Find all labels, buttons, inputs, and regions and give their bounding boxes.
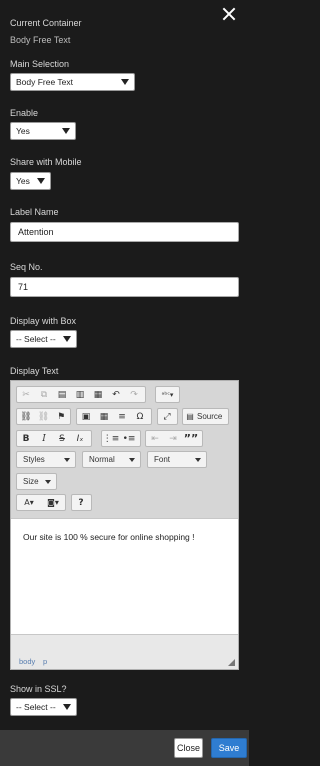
anchor-icon[interactable]: ⚑ — [52, 409, 70, 424]
paste-word-icon[interactable]: ▦ — [89, 387, 107, 402]
help-toolbar-group: ? — [71, 494, 92, 511]
main-selection-value: Body Free Text — [16, 77, 74, 87]
format-dropdown[interactable]: Normal — [82, 451, 141, 468]
resize-handle-icon[interactable] — [228, 659, 235, 666]
spellcheck-toolbar-group: ᵃᵇᶜ▾ — [155, 386, 180, 403]
bold-icon[interactable]: B — [17, 431, 35, 446]
current-container-heading: Current Container — [10, 18, 82, 28]
list-toolbar-group: ⋮≡ •≡ — [101, 430, 141, 447]
chevron-down-icon — [121, 79, 129, 85]
chevron-down-icon — [129, 458, 135, 462]
close-button[interactable]: Close — [174, 738, 203, 758]
chevron-down-icon — [195, 458, 201, 462]
image-icon[interactable]: ▣ — [77, 409, 95, 424]
copy-icon[interactable]: ⧉ — [35, 387, 53, 402]
spellcheck-icon[interactable]: ᵃᵇᶜ▾ — [156, 387, 179, 402]
size-dropdown[interactable]: Size — [16, 473, 57, 490]
main-selection-label: Main Selection — [10, 59, 70, 69]
share-mobile-select[interactable]: Yes — [10, 172, 51, 190]
insert-toolbar-group: ▣ ▦ ≡ Ω — [76, 408, 152, 425]
font-label: Font — [154, 455, 171, 464]
chevron-down-icon — [63, 336, 71, 342]
undo-icon[interactable]: ↶ — [107, 387, 125, 402]
share-mobile-label: Share with Mobile — [10, 157, 82, 167]
outdent-icon[interactable]: ⇤ — [146, 431, 164, 446]
redo-icon[interactable]: ↷ — [125, 387, 143, 402]
paste-icon[interactable]: ▤ — [53, 387, 71, 402]
ssl-value: -- Select -- — [16, 702, 56, 712]
styles-dropdown[interactable]: Styles — [16, 451, 76, 468]
horizontal-rule-icon[interactable]: ≡ — [113, 409, 131, 424]
source-label: Source — [197, 412, 223, 421]
styles-label: Styles — [23, 455, 45, 464]
path-item-p[interactable]: p — [43, 657, 47, 666]
ssl-select[interactable]: -- Select -- — [10, 698, 77, 716]
special-char-icon[interactable]: Ω — [131, 409, 149, 424]
seq-no-field[interactable]: 71 — [10, 277, 239, 297]
enable-select[interactable]: Yes — [10, 122, 76, 140]
numbered-list-icon[interactable]: ⋮≡ — [102, 431, 120, 446]
link-icon[interactable]: ⛓ — [17, 409, 35, 424]
chevron-down-icon — [64, 458, 70, 462]
editor-content-area[interactable]: Our site is 100 % secure for online shop… — [11, 518, 238, 634]
cut-icon[interactable]: ✂ — [17, 387, 35, 402]
seq-no-label: Seq No. — [10, 262, 43, 272]
source-icon: ▤ — [186, 412, 194, 421]
save-button[interactable]: Save — [211, 738, 247, 758]
text-color-icon[interactable]: A▾ — [17, 495, 41, 510]
format-label: Normal — [89, 455, 115, 464]
current-container-name: Body Free Text — [10, 35, 71, 45]
chevron-down-icon — [37, 178, 45, 184]
element-path-bar: body p — [11, 634, 238, 669]
chevron-down-icon — [63, 704, 71, 710]
label-name-field[interactable]: Attention — [10, 222, 239, 242]
remove-format-icon[interactable]: Iₓ — [71, 431, 89, 446]
close-icon[interactable] — [221, 6, 237, 22]
indent-toolbar-group: ⇤ ⇥ ”” — [145, 430, 203, 447]
share-mobile-value: Yes — [16, 176, 30, 186]
paste-text-icon[interactable]: ▥ — [71, 387, 89, 402]
editor-content-text: Our site is 100 % secure for online shop… — [23, 532, 195, 542]
background-color-icon[interactable]: ◙▾ — [41, 495, 65, 510]
enable-value: Yes — [16, 126, 30, 136]
italic-icon[interactable]: I — [35, 431, 53, 446]
maximize-icon[interactable]: ⤢ — [158, 409, 176, 424]
label-name-label: Label Name — [10, 207, 59, 217]
path-item-body[interactable]: body — [19, 657, 35, 666]
basic-styles-toolbar-group: B I S Iₓ — [16, 430, 92, 447]
unlink-icon[interactable]: ⛓ — [35, 409, 53, 424]
chevron-down-icon — [62, 128, 70, 134]
chevron-down-icon — [45, 480, 51, 484]
footer-bar: Close Save — [0, 730, 249, 766]
bulleted-list-icon[interactable]: •≡ — [120, 431, 138, 446]
size-label: Size — [23, 477, 39, 486]
source-button[interactable]: ▤ Source — [182, 408, 229, 425]
color-toolbar-group: A▾ ◙▾ — [16, 494, 66, 511]
ssl-label: Show in SSL? — [10, 684, 67, 694]
display-box-value: -- Select -- — [16, 334, 56, 344]
enable-label: Enable — [10, 108, 39, 118]
help-icon[interactable]: ? — [72, 495, 90, 510]
display-text-label: Display Text — [10, 366, 59, 376]
strikethrough-icon[interactable]: S — [53, 431, 71, 446]
rich-text-editor: ✂ ⧉ ▤ ▥ ▦ ↶ ↷ ᵃᵇᶜ▾ ⛓ ⛓ ⚑ ▣ ▦ ≡ Ω ⤢ ▤ Sou… — [10, 380, 239, 670]
indent-icon[interactable]: ⇥ — [164, 431, 182, 446]
link-toolbar-group: ⛓ ⛓ ⚑ — [16, 408, 71, 425]
maximize-toolbar-group: ⤢ — [157, 408, 178, 425]
main-selection-select[interactable]: Body Free Text — [10, 73, 135, 91]
blockquote-icon[interactable]: ”” — [182, 431, 200, 446]
table-icon[interactable]: ▦ — [95, 409, 113, 424]
display-box-select[interactable]: -- Select -- — [10, 330, 77, 348]
display-box-label: Display with Box — [10, 316, 77, 326]
clipboard-toolbar-group: ✂ ⧉ ▤ ▥ ▦ ↶ ↷ — [16, 386, 146, 403]
font-dropdown[interactable]: Font — [147, 451, 207, 468]
